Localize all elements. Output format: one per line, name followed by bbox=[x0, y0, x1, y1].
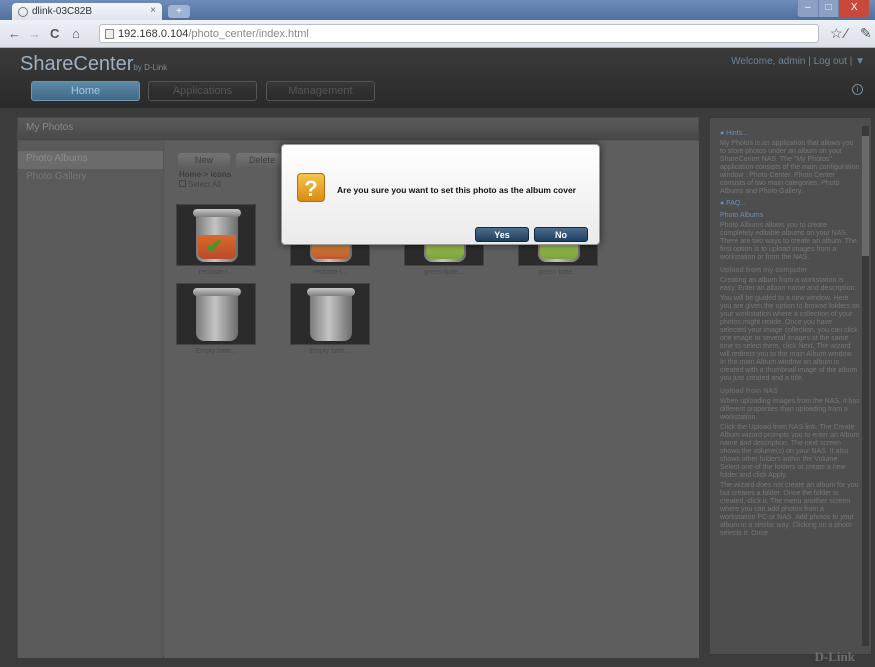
bookmark-star-icon[interactable]: ☆ bbox=[830, 25, 843, 42]
page-menu-icon[interactable]: ⁄ bbox=[845, 25, 847, 41]
app-header: ShareCenterby D-Link Welcome, admin | Lo… bbox=[0, 48, 875, 108]
help-paragraph: You will be guided to a new window. Here… bbox=[720, 295, 860, 382]
tab-home[interactable]: Home bbox=[31, 81, 140, 101]
breadcrumb[interactable]: Home > icons bbox=[179, 170, 231, 179]
address-bar-row: ← → C ⌂ 192.168.0.104/photo_center/index… bbox=[0, 20, 875, 48]
new-button[interactable]: New bbox=[178, 153, 230, 168]
confirm-dialog: ? Are you sure you want to set this phot… bbox=[281, 144, 600, 245]
battery-can-icon bbox=[307, 288, 355, 341]
tab-close-icon[interactable]: × bbox=[150, 5, 156, 16]
help-paragraph: Creating an album from a workstation is … bbox=[720, 277, 857, 292]
url-host: 192.168.0.104 bbox=[118, 28, 189, 40]
photo-caption: Empty bate... bbox=[195, 348, 237, 355]
window-controls: – □ X bbox=[797, 0, 869, 17]
photo-caption: green-bate... bbox=[424, 269, 464, 276]
photo-caption: green-bate... bbox=[538, 269, 578, 276]
help-paragraph: My Photos is an application that allows … bbox=[720, 140, 860, 195]
welcome-text[interactable]: Welcome, admin | Log out | ▼ bbox=[731, 56, 865, 67]
photo-caption: Empty bate... bbox=[309, 348, 351, 355]
help-heading: Upload from my computer bbox=[720, 267, 808, 274]
forward-button[interactable]: → bbox=[28, 26, 41, 41]
page-icon bbox=[105, 29, 114, 39]
panel-title: My Photos bbox=[18, 118, 698, 140]
photo-caption: recloste-i... bbox=[198, 269, 234, 276]
help-paragraph: Photo Albums allows you to create comple… bbox=[720, 222, 857, 261]
url-path: /photo_center/index.html bbox=[188, 28, 309, 40]
help-heading: Upload from NAS bbox=[720, 388, 778, 395]
photo-thumbnail[interactable] bbox=[176, 283, 256, 345]
help-paragraph: When uploading images from the NAS, it h… bbox=[720, 398, 860, 421]
minimize-button[interactable]: – bbox=[797, 0, 818, 17]
battery-can-icon bbox=[193, 288, 241, 341]
help-icon[interactable]: i bbox=[852, 84, 863, 95]
help-paragraph: Click the Upload from NAS link. The Crea… bbox=[720, 424, 860, 479]
help-heading: ● FAQ... bbox=[720, 200, 747, 207]
sidebar-item-photo-albums[interactable]: Photo Albums bbox=[18, 151, 163, 169]
photo-thumbnail[interactable] bbox=[290, 283, 370, 345]
sidebar-item-photo-gallery[interactable]: Photo Gallery bbox=[18, 169, 163, 187]
wrench-icon[interactable]: ✎ bbox=[860, 25, 872, 42]
url-input[interactable]: 192.168.0.104/photo_center/index.html bbox=[99, 24, 819, 43]
dlink-logo: D-Link bbox=[814, 649, 855, 664]
help-heading: Photo Albums bbox=[720, 212, 764, 219]
help-heading: ● Hints... bbox=[720, 130, 748, 137]
yes-button[interactable]: Yes bbox=[475, 227, 529, 242]
help-panel: ● Hints... My Photos is an application th… bbox=[709, 117, 872, 655]
sharecenter-logo: ShareCenterby D-Link bbox=[20, 53, 168, 75]
question-icon: ? bbox=[297, 173, 325, 202]
reload-button[interactable]: C bbox=[50, 26, 59, 41]
help-scrollbar[interactable] bbox=[862, 126, 869, 646]
battery-can-icon: ✔ bbox=[193, 209, 241, 262]
close-window-button[interactable]: X bbox=[838, 0, 869, 17]
browser-tab[interactable]: dlink-03C82B × bbox=[12, 3, 162, 20]
home-button[interactable]: ⌂ bbox=[72, 26, 80, 41]
browser-tab-bar: dlink-03C82B × + – □ X bbox=[0, 0, 875, 20]
photo-thumbnail[interactable]: ✔ bbox=[176, 204, 256, 266]
checkmark-icon: ✔ bbox=[206, 236, 223, 258]
sidebar: Photo Albums Photo Gallery bbox=[18, 141, 163, 658]
back-button[interactable]: ← bbox=[8, 26, 21, 41]
dialog-message: Are you sure you want to set this photo … bbox=[337, 185, 576, 195]
tab-title: dlink-03C82B bbox=[32, 6, 93, 17]
tab-management[interactable]: Management bbox=[266, 81, 375, 101]
help-paragraph: The wizard does not create an album for … bbox=[720, 482, 859, 537]
maximize-button[interactable]: □ bbox=[817, 0, 839, 17]
help-text: ● Hints... My Photos is an application th… bbox=[720, 126, 860, 626]
select-all-checkbox[interactable]: Select All bbox=[179, 180, 221, 189]
photo-caption: recloste-i... bbox=[312, 269, 348, 276]
checkbox-icon[interactable] bbox=[179, 180, 186, 187]
tab-applications[interactable]: Applications bbox=[148, 81, 257, 101]
scrollbar-thumb[interactable] bbox=[862, 136, 869, 256]
favicon-icon bbox=[18, 7, 28, 17]
new-tab-button[interactable]: + bbox=[168, 5, 190, 18]
no-button[interactable]: No bbox=[534, 227, 588, 242]
